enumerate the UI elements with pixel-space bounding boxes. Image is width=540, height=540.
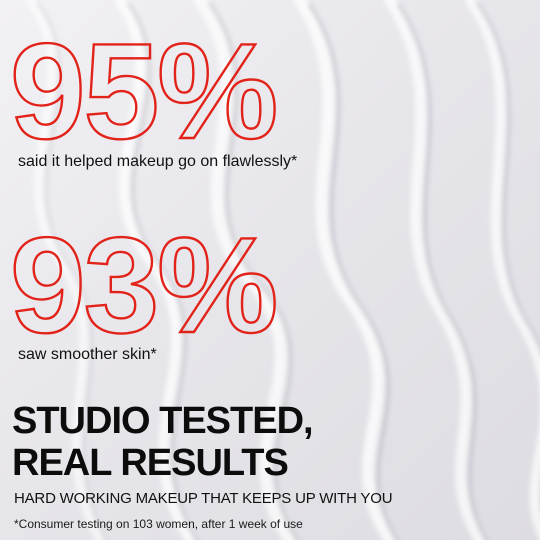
stat-93-percent: 93% [10,222,279,342]
stat-caption: said it helped makeup go on flawlessly* [18,153,298,170]
headline-line: STUDIO TESTED, [12,400,314,442]
footnote: *Consumer testing on 103 women, after 1 … [14,517,303,531]
stats-panel: 95% said it helped makeup go on flawless… [0,0,540,540]
stat-caption: saw smoother skin* [18,346,157,363]
stat-95-percent: 95% [10,28,279,148]
stat-value: 93% [10,222,276,342]
stat-value: 95% [10,28,276,148]
subheadline: HARD WORKING MAKEUP THAT KEEPS UP WITH Y… [14,490,393,507]
headline-line: REAL RESULTS [12,442,289,484]
headline: STUDIO TESTED, REAL RESULTS [12,400,532,484]
